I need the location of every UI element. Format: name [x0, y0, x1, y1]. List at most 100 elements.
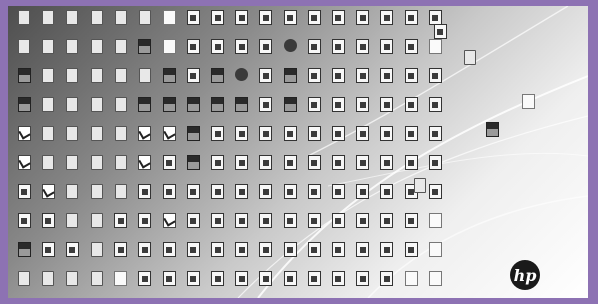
desktop-icon[interactable]: [328, 213, 348, 239]
desktop-icon[interactable]: [14, 184, 34, 210]
desktop-icon[interactable]: [62, 10, 82, 36]
desktop-icon[interactable]: [401, 242, 421, 268]
desktop-icon[interactable]: [406, 178, 434, 204]
desktop-icon[interactable]: [304, 97, 324, 123]
desktop-icon[interactable]: [14, 242, 34, 268]
desktop-icon[interactable]: [426, 24, 454, 50]
desktop-icon[interactable]: [38, 242, 58, 268]
desktop-icon[interactable]: [425, 271, 445, 297]
desktop-icon[interactable]: [328, 155, 348, 181]
desktop-icon[interactable]: [425, 68, 445, 94]
desktop-icon[interactable]: [183, 68, 203, 94]
desktop-icon[interactable]: [328, 10, 348, 36]
desktop-icon[interactable]: [353, 39, 373, 65]
desktop-icon[interactable]: [256, 242, 276, 268]
desktop-icon[interactable]: [401, 39, 421, 65]
desktop-icon[interactable]: [62, 68, 82, 94]
desktop-icon[interactable]: [280, 10, 300, 36]
desktop-icon[interactable]: [62, 155, 82, 181]
desktop-icon[interactable]: [111, 126, 131, 152]
desktop-icon[interactable]: [304, 213, 324, 239]
desktop-icon[interactable]: [401, 68, 421, 94]
desktop-icon[interactable]: [353, 68, 373, 94]
desktop-icon[interactable]: [401, 213, 421, 239]
desktop-icon[interactable]: [159, 39, 179, 65]
desktop-icon[interactable]: [353, 97, 373, 123]
desktop-icon[interactable]: [87, 155, 107, 181]
desktop-icon[interactable]: [62, 97, 82, 123]
desktop-icon[interactable]: [353, 213, 373, 239]
desktop-icon[interactable]: [280, 271, 300, 297]
desktop-icon[interactable]: [353, 242, 373, 268]
desktop-icon[interactable]: [183, 10, 203, 36]
desktop-icon[interactable]: [62, 213, 82, 239]
desktop-icon[interactable]: [280, 39, 300, 65]
desktop-icon[interactable]: [256, 126, 276, 152]
desktop-icon[interactable]: [87, 97, 107, 123]
desktop-icon[interactable]: [377, 213, 397, 239]
desktop-icon[interactable]: [38, 213, 58, 239]
desktop-icon[interactable]: [183, 271, 203, 297]
desktop-icon[interactable]: [135, 242, 155, 268]
desktop-icon[interactable]: [353, 126, 373, 152]
desktop-icon[interactable]: [353, 184, 373, 210]
desktop-icon[interactable]: [304, 126, 324, 152]
desktop-icon[interactable]: [38, 126, 58, 152]
desktop-icon[interactable]: [256, 97, 276, 123]
desktop-icon[interactable]: [208, 271, 228, 297]
desktop-icon[interactable]: [401, 271, 421, 297]
desktop-icon[interactable]: [62, 271, 82, 297]
desktop-icon[interactable]: [304, 39, 324, 65]
desktop-icon[interactable]: [208, 155, 228, 181]
desktop-icon[interactable]: [183, 126, 203, 152]
desktop-icon[interactable]: [456, 50, 484, 76]
desktop-icon[interactable]: [256, 213, 276, 239]
desktop-icon[interactable]: [256, 39, 276, 65]
desktop-icon[interactable]: [478, 122, 506, 148]
desktop-icon[interactable]: [232, 10, 252, 36]
desktop-icon[interactable]: [135, 10, 155, 36]
desktop-icon[interactable]: [304, 242, 324, 268]
desktop-icon[interactable]: [14, 126, 34, 152]
desktop-icon[interactable]: [183, 242, 203, 268]
desktop-icon[interactable]: [62, 39, 82, 65]
desktop-icon[interactable]: [38, 39, 58, 65]
desktop-icon[interactable]: [14, 155, 34, 181]
desktop-icon[interactable]: [111, 97, 131, 123]
desktop-icon[interactable]: [425, 242, 445, 268]
desktop-icon[interactable]: [38, 10, 58, 36]
desktop-icon[interactable]: [280, 97, 300, 123]
desktop-icon[interactable]: [304, 68, 324, 94]
desktop-icon[interactable]: [232, 39, 252, 65]
desktop-icon[interactable]: [304, 184, 324, 210]
desktop-icon[interactable]: [232, 97, 252, 123]
desktop-icon[interactable]: [208, 184, 228, 210]
desktop-icon[interactable]: [183, 39, 203, 65]
desktop-icon[interactable]: [377, 97, 397, 123]
desktop-icon[interactable]: [135, 126, 155, 152]
desktop-icon[interactable]: [232, 184, 252, 210]
desktop-icon[interactable]: [135, 39, 155, 65]
desktop-icon[interactable]: [38, 68, 58, 94]
desktop-icon[interactable]: [328, 126, 348, 152]
desktop-icon[interactable]: [135, 213, 155, 239]
desktop-icon[interactable]: [232, 213, 252, 239]
desktop-icon[interactable]: [183, 184, 203, 210]
desktop-icon[interactable]: [135, 68, 155, 94]
desktop-icon[interactable]: [87, 271, 107, 297]
desktop-icon[interactable]: [328, 39, 348, 65]
desktop-icon[interactable]: [14, 68, 34, 94]
desktop-icon[interactable]: [135, 155, 155, 181]
desktop-icon[interactable]: [401, 97, 421, 123]
desktop-icon[interactable]: [208, 126, 228, 152]
desktop-icon[interactable]: [183, 155, 203, 181]
desktop-icon[interactable]: [377, 155, 397, 181]
desktop-icon[interactable]: [159, 242, 179, 268]
desktop-icon[interactable]: [208, 97, 228, 123]
desktop-icon[interactable]: [280, 68, 300, 94]
desktop-icon[interactable]: [377, 271, 397, 297]
desktop-icon[interactable]: [159, 68, 179, 94]
desktop-icon[interactable]: [62, 126, 82, 152]
desktop-icon[interactable]: [111, 213, 131, 239]
desktop-icon[interactable]: [87, 126, 107, 152]
